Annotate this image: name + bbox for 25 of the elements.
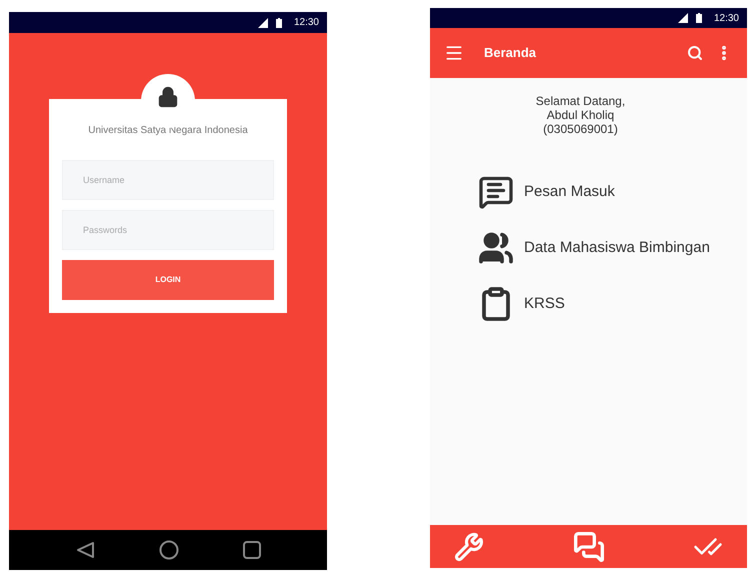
battery-icon <box>696 13 702 23</box>
app-bar-title: Beranda <box>484 44 536 62</box>
battery-icon <box>276 18 282 28</box>
signal-icon <box>258 18 268 28</box>
menu-item[interactable]: Data Mahasiswa Bimbingan <box>478 230 747 266</box>
back-icon[interactable] <box>75 541 95 559</box>
recents-icon[interactable] <box>243 541 261 559</box>
welcome-text: (0305069001) <box>543 122 618 136</box>
input-field[interactable]: Username <box>62 160 274 200</box>
home-icon[interactable] <box>159 540 179 560</box>
status-time: 12:30 <box>294 16 319 30</box>
lock-icon <box>157 86 179 108</box>
wrench-icon[interactable] <box>454 532 484 562</box>
people-icon <box>478 230 514 266</box>
menu-item[interactable]: Pesan Masuk <box>478 174 747 210</box>
search-icon[interactable] <box>687 45 703 61</box>
chat-icon[interactable] <box>572 530 604 562</box>
menu-item[interactable]: KRSS <box>478 286 747 322</box>
status-time: 12:30 <box>714 12 739 26</box>
welcome-text: Selamat Datang, <box>536 94 626 108</box>
message-icon <box>478 174 514 210</box>
welcome-text: Abdul Kholiq <box>546 108 614 122</box>
input-field[interactable]: Passwords <box>62 210 274 250</box>
signal-icon <box>678 13 688 23</box>
university-name: Universitas Satya Negara Indonesia <box>88 124 248 138</box>
